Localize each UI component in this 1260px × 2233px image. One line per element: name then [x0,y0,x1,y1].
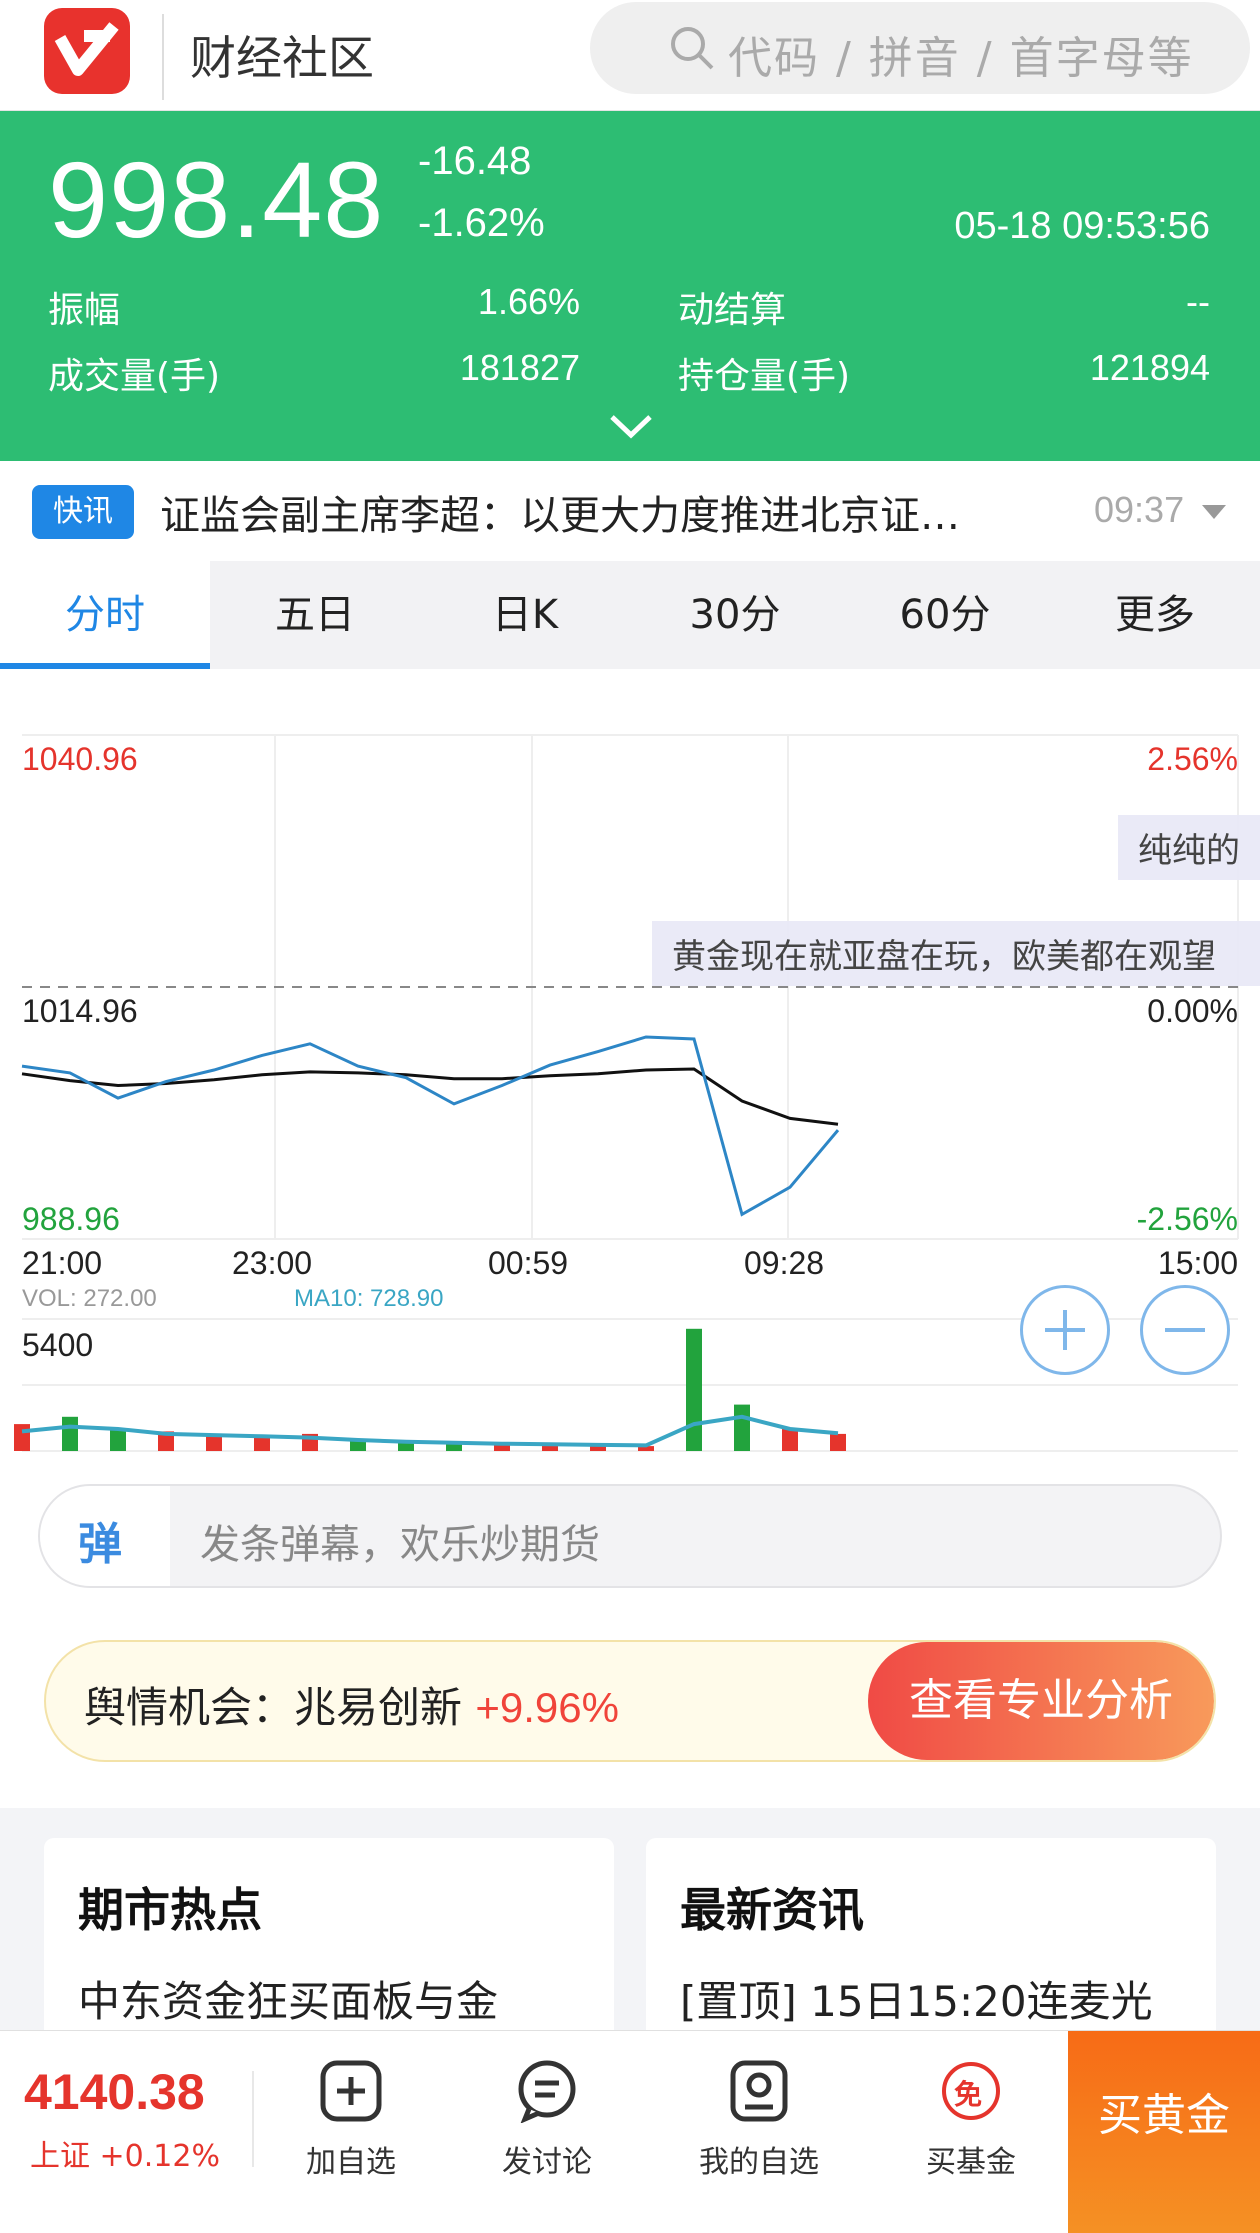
news-ticker[interactable]: 快讯 证监会副主席李超：以更大力度推进北京证… 09:37 [0,461,1260,561]
card-headline[interactable]: [置顶] 15日15:20连麦光 [680,1968,1153,2029]
zoom-out-button[interactable] [1140,1285,1230,1375]
nav-label: 发讨论 [502,2145,592,2180]
card-headline[interactable]: 中东资金狂买面板与金 [78,1968,498,2029]
profile-card-icon [730,2060,788,2122]
header-divider [162,14,164,100]
price-axis-low: 988.96 [22,1201,120,1237]
chevron-down-icon[interactable] [608,411,654,441]
time-tick: 23:00 [232,1245,313,1281]
pct-axis-high: 2.56% [1147,741,1238,777]
volume-bar [110,1429,126,1451]
price-change-percent: -1.62% [418,201,545,245]
pct-axis-low: -2.56% [1136,1201,1238,1237]
hot-topics-card[interactable]: 期市热点 中东资金狂买面板与金 [44,1838,614,2048]
last-price: 998.48 [48,139,385,260]
volume-bar [254,1436,270,1451]
news-headline[interactable]: 证监会副主席李超：以更大力度推进北京证… [160,483,1060,541]
tab-intraday[interactable]: 分时 [0,561,210,669]
tab-daily-k[interactable]: 日K [420,561,630,669]
index-value[interactable]: 4140.38 [24,2063,205,2121]
opportunity-change: +9.96% [475,1684,619,1731]
search-input[interactable]: 代码 / 拼音 / 首字母等 [590,2,1250,94]
caret-down-icon[interactable] [1200,503,1228,521]
free-badge-text: 免 [954,2078,983,2111]
price-axis-high: 1040.96 [22,741,138,777]
zoom-in-button[interactable] [1020,1285,1110,1375]
nav-label: 买基金 [926,2145,1016,2180]
add-square-icon [320,2060,382,2122]
chat-bubble-icon [518,2060,576,2124]
price-change: -16.48 [418,139,532,183]
period-tabs: 分时 五日 日K 30分 60分 更多 [0,561,1260,669]
search-icon [671,27,714,70]
latest-news-card[interactable]: 最新资讯 [置顶] 15日15:20连麦光 [646,1838,1216,2048]
nav-divider [252,2071,254,2167]
price-line [21,1035,840,1217]
site-name: 财经社区 [190,31,374,85]
quote-panel: 998.48 -16.48 -1.62% 05-18 09:53:56 振幅 1… [0,111,1260,461]
tab-five-day[interactable]: 五日 [210,561,420,669]
app-page: 财经社区 代码 / 拼音 / 首字母等 998.48 -16.48 -1.62%… [0,0,1260,2233]
intraday-chart[interactable]: 1040.96 2.56% 1014.96 0.00% 988.96 -2.56… [0,669,1260,1469]
time-tick: 09:28 [744,1245,825,1281]
quote-datetime: 05-18 09:53:56 [954,205,1210,247]
volume-bar [782,1429,798,1451]
opportunity-text: 舆情机会：兆易创新 +9.96% [84,1674,619,1735]
tab-more[interactable]: 更多 [1050,561,1260,669]
stat-value-amplitude: 1.66% [477,281,580,322]
brand-logo[interactable] [44,8,130,94]
stat-label-amplitude: 振幅 [48,290,121,331]
plus-icon [1045,1310,1085,1350]
opportunity-banner[interactable]: 舆情机会：兆易创新 +9.96% 查看专业分析 [44,1640,1216,1762]
top-bar: 财经社区 代码 / 拼音 / 首字母等 [0,0,1260,111]
time-tick: 00:59 [488,1245,569,1281]
ma10-label: MA10: 728.90 [294,1285,444,1312]
volume-bar [830,1433,846,1451]
news-time: 09:37 [1094,489,1185,530]
volume-label: VOL: 272.00 [22,1285,157,1312]
volume-bar [62,1416,78,1451]
volume-bar [686,1328,702,1451]
volume-bar [14,1424,30,1451]
stat-label-volume: 成交量(手) [48,356,221,397]
buy-gold-button[interactable]: 买黄金 [1068,2031,1260,2233]
barrage-icon: 弹 [40,1486,170,1586]
barrage-input[interactable]: 弹 发条弹幕，欢乐炒期货 [38,1484,1222,1588]
bottom-nav: 4140.38 上证 +0.12% 加自选 发讨论 我的自选 免 买基金 买黄金 [0,2030,1260,2233]
pct-axis-mid: 0.00% [1147,993,1238,1029]
nav-label: 加自选 [306,2145,396,2180]
discuss-button[interactable]: 发讨论 [472,2059,622,2181]
danmu-message: 纯纯的 [1118,815,1260,880]
stat-value-open-interest: 121894 [1089,347,1210,388]
card-title: 期市热点 [78,1883,262,1937]
barrage-icon-glyph: 弹 [78,1519,122,1570]
card-title: 最新资讯 [680,1883,864,1937]
stat-value-volume: 181827 [459,347,580,388]
my-watchlist-button[interactable]: 我的自选 [684,2059,834,2181]
stat-label-open-interest: 持仓量(手) [678,356,851,397]
tab-30-min[interactable]: 30分 [630,561,840,669]
time-tick: 21:00 [22,1245,103,1281]
nav-label: 我的自选 [699,2145,819,2180]
buy-fund-button[interactable]: 免 买基金 [896,2059,1046,2181]
opportunity-label: 舆情机会：兆易创新 [84,1683,463,1732]
index-label: 上证 +0.12% [30,2139,220,2174]
tab-60-min[interactable]: 60分 [840,561,1050,669]
minus-icon [1165,1328,1205,1332]
price-axis-mid: 1014.96 [22,993,138,1029]
volume-bar [734,1404,750,1451]
volume-axis-max: 5400 [22,1327,94,1363]
time-tick: 15:00 [1157,1245,1238,1281]
stat-value-settlement: -- [1186,281,1210,322]
search-placeholder: 代码 / 拼音 / 首字母等 [728,33,1194,84]
flash-news-badge: 快讯 [32,485,134,539]
barrage-placeholder: 发条弹幕，欢乐炒期货 [200,1522,600,1568]
stat-label-settlement: 动结算 [678,290,787,331]
checkmark-logo-icon [54,22,119,76]
danmu-message: 黄金现在就亚盘在玩，欧美都在观望 [652,921,1260,986]
volume-ma10-line [21,1414,839,1448]
add-watchlist-button[interactable]: 加自选 [276,2059,426,2181]
view-analysis-button[interactable]: 查看专业分析 [868,1642,1214,1760]
